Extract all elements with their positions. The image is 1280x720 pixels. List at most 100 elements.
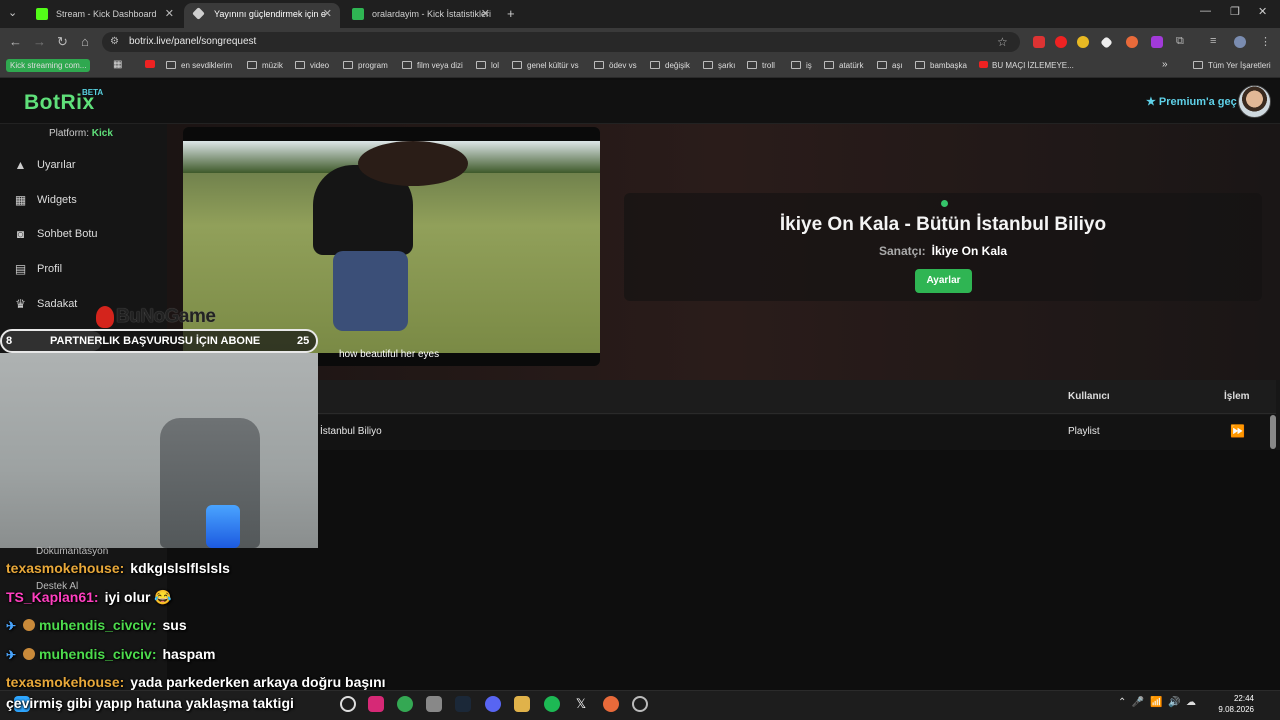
all-bookmarks[interactable]: Tüm Yer İşaretleri [1193,61,1271,70]
bookmark-youtube[interactable]: BU MAÇI İZLEMEYE... [979,61,1074,70]
column-header-action[interactable]: İşlem [1224,391,1250,402]
bookmark-label: müzik [262,61,283,70]
chat-text: haspam [162,646,216,662]
bookmark-label: Kick streaming com... [10,61,87,70]
bookmark-label: en sevdiklerim [181,61,233,70]
bookmark-folder[interactable]: en sevdiklerim [166,61,232,70]
site-info-icon[interactable]: ⚙ [110,36,119,47]
bookmark-folder[interactable]: ödev vs [594,61,637,70]
reload-icon[interactable]: ↻ [57,34,68,50]
tab-botrix[interactable]: Yayınını güçlendirmek için e ✕ [184,3,340,28]
bookmark-folder[interactable]: atatürk [824,61,863,70]
chat-username: texasmokehouse: [6,560,125,576]
bookmark-kick-streaming[interactable]: Kick streaming com... [6,59,91,72]
bookmark-folder[interactable]: genel kültür vs [512,61,579,70]
profile-icon[interactable] [1234,36,1246,48]
app-icon[interactable] [632,696,648,712]
tab-kick-dashboard[interactable]: Stream - Kick Dashboard ✕ [26,3,182,28]
steam-icon[interactable] [455,696,471,712]
close-icon[interactable]: ✕ [481,3,490,25]
extensions-puzzle-icon[interactable]: ⧉ [1176,35,1184,48]
system-tray[interactable]: ⌃ 🎤 📶 🔊 ☁ [1118,697,1196,708]
bookmark-folder[interactable]: bambaşka [915,61,967,70]
app-icon[interactable] [426,696,442,712]
bookmark-folder[interactable]: şarkı [703,61,735,70]
sidebar-item-uyarilar[interactable]: ▲ Uyarılar [0,151,167,181]
extension-icon[interactable] [1151,36,1163,48]
tab-kick-stats[interactable]: oralardayim - Kick İstatistikleri ✕ [342,3,498,28]
bookmark-label: genel kültür vs [527,61,579,70]
bookmark-folder[interactable]: program [343,61,388,70]
settings-button[interactable]: Ayarlar [915,269,972,293]
sidebar-item-sohbet-botu[interactable]: ◙ Sohbet Botu [0,220,167,250]
menu-kebab-icon[interactable]: ⋮ [1260,35,1271,48]
chat-message: texasmokehouse: kdkglslslflslsls [6,560,230,576]
home-icon[interactable]: ⌂ [81,34,89,49]
chat-username: muhendis_civciv: [39,646,157,662]
extension-icon[interactable] [1055,36,1067,48]
sidebar-item-label: Sadakat [37,298,78,310]
new-tab-button[interactable]: + [507,6,515,21]
bookmark-folder[interactable]: lol [476,61,499,70]
close-window-icon[interactable]: ✕ [1258,5,1267,18]
tab-title: oralardayim - Kick İstatistikleri [372,9,492,19]
sidebar-item-dokumantasyon[interactable]: Dokumantasyon [36,546,108,557]
bookmark-folder[interactable]: müzik [247,61,283,70]
chat-message: texasmokehouse: yada parkederken arkaya d… [6,674,386,690]
bookmark-label: ödev vs [609,61,637,70]
premium-link[interactable]: ★ Premium'a geç [1146,95,1237,108]
discord-icon[interactable] [485,696,501,712]
tab-search-icon[interactable]: ⌄ [8,6,17,19]
goal-target: 25 [297,335,310,347]
bookmark-folder[interactable]: film veya dizi [402,61,463,70]
bookmark-folder[interactable]: değişik [650,61,690,70]
apps-grid-icon[interactable]: ▦ [113,59,122,70]
sidebar-item-widgets[interactable]: ▦ Widgets [0,186,167,216]
folder-icon [703,61,713,69]
reading-list-icon[interactable]: ≡ [1210,35,1216,47]
x-icon[interactable]: 𝕏 [573,696,589,712]
chat-message: ✈ muhendis_civciv: sus [6,617,187,633]
chat-badge-icon [23,619,35,631]
bookmark-folder[interactable]: video [295,61,329,70]
bookmark-folder[interactable]: troll [747,61,775,70]
close-icon[interactable]: ✕ [323,3,332,25]
sidebar-item-label: Profil [37,263,63,275]
taskbar-clock[interactable]: 22:44 9.08.2026 [1214,693,1254,715]
bookmark-star-icon[interactable]: ☆ [997,35,1008,49]
sidebar-item-profil[interactable]: ▤ Profil [0,255,167,285]
app-icon[interactable] [603,696,619,712]
platform-value: Kick [91,128,113,139]
chat-text: kdkglslslflslsls [130,560,230,576]
avatar[interactable] [1238,85,1271,118]
folder-icon [512,61,522,69]
forward-icon[interactable]: → [33,34,46,49]
bookmark-folder[interactable]: aşı [877,61,903,70]
app-icon[interactable] [514,696,530,712]
chrome-icon[interactable] [397,696,413,712]
bookmark-label: atatürk [839,61,864,70]
youtube-icon[interactable] [145,60,155,68]
instagram-icon[interactable] [368,696,384,712]
extension-icon[interactable] [1126,36,1138,48]
bookmark-folder[interactable]: iş [791,61,812,70]
bookmark-label: lol [491,61,500,70]
playing-indicator [941,200,948,207]
restore-icon[interactable]: ❐ [1230,5,1240,18]
skip-forward-icon[interactable]: ⏩ [1230,424,1245,438]
bookmark-label: şarkı [718,61,736,70]
brand-logo-icon [96,306,114,328]
copilot-icon[interactable] [340,696,356,712]
close-icon[interactable]: ✕ [165,3,174,25]
extension-icon[interactable] [1077,36,1089,48]
artist-name: İkiye On Kala [931,244,1008,258]
spotify-icon[interactable] [544,696,560,712]
column-header-user[interactable]: Kullanıcı [1068,391,1110,402]
table-scrollbar[interactable] [1270,415,1276,449]
desk-lamp [206,505,240,548]
minimize-icon[interactable]: — [1200,5,1211,17]
more-bookmarks-chevron-icon[interactable]: » [1162,59,1168,70]
id-card-icon: ▤ [14,262,27,276]
back-icon[interactable]: ← [9,34,22,49]
extension-icon[interactable] [1033,36,1045,48]
